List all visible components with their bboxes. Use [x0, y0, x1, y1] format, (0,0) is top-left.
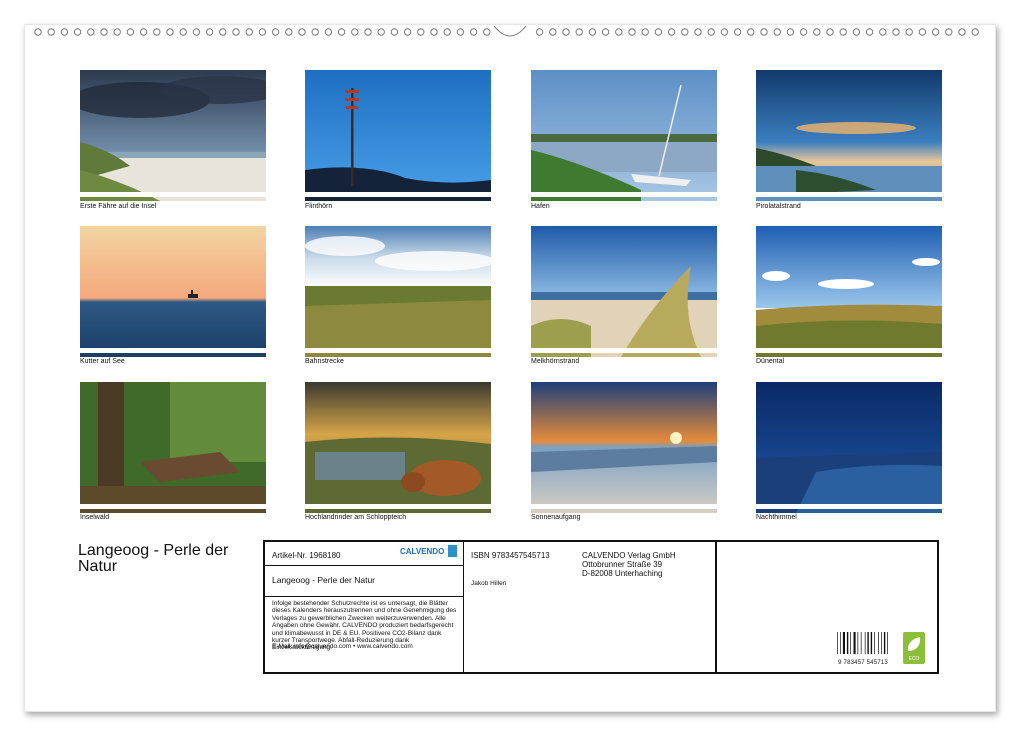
- photo-hochlandrinder: [305, 382, 491, 513]
- photo-duenental: [756, 226, 942, 357]
- divider: [715, 542, 717, 672]
- photo-pirolatalstrand: [756, 70, 942, 201]
- photo-erste-faehre: [80, 70, 266, 201]
- tile-caption: Bahnstrecke: [305, 358, 344, 365]
- spiral-binding: [30, 26, 990, 40]
- photo-inselwald: [80, 382, 266, 513]
- publisher-name: CALVENDO Verlag GmbH: [582, 551, 676, 560]
- barcode-number: 9 783457 545713: [838, 660, 888, 666]
- tile-caption: Dünental: [756, 358, 785, 365]
- photo-sonnenaufgang: [531, 382, 717, 513]
- eco-leaf-icon: ECO: [903, 632, 925, 664]
- tile-caption: Melkhörnstrand: [531, 358, 580, 365]
- calvendo-logo: CALVENDO: [400, 547, 445, 556]
- author: Jakob Hillen: [471, 580, 507, 587]
- photo-flinthoern: [305, 70, 491, 201]
- isbn: ISBN 9783457545713: [471, 551, 550, 560]
- info-title: Langeoog - Perle der Natur: [272, 575, 376, 585]
- divider: [265, 596, 464, 597]
- tile-caption: Kutter auf See: [80, 358, 125, 365]
- contact-info: E-Mail: info@calvendo.com • www.calvendo…: [272, 643, 413, 650]
- tile-caption: Inselwald: [80, 514, 110, 521]
- photo-melkhoernstrand: [531, 226, 717, 357]
- publisher-city: D-82008 Unterhaching: [582, 569, 663, 578]
- photo-kutter-auf-see: [80, 226, 266, 357]
- photo-hafen: [531, 70, 717, 201]
- photo-nachthimmel: [756, 382, 942, 513]
- article-cell: Artikel-Nr. 1968180 CALVENDO: [265, 542, 464, 566]
- eco-label: ECO: [908, 656, 920, 662]
- calendar-title: Langeoog - Perle der Natur: [78, 542, 229, 575]
- publisher-street: Ottobrunner Straße 39: [582, 560, 663, 569]
- tile-caption: Hochlandrinder am Schloppteich: [305, 514, 407, 521]
- tile-caption: Sonnenaufgang: [531, 514, 581, 521]
- tile-caption: Flinthörn: [305, 203, 333, 210]
- tile-caption: Erste Fähre auf die Insel: [80, 203, 157, 210]
- tile-caption: Pirolatalstrand: [756, 203, 801, 210]
- barcode: 9 783457 545713: [835, 632, 893, 666]
- calvendo-logo-icon: [448, 545, 457, 557]
- divider: [463, 542, 464, 672]
- tile-caption: Nachthimmel: [756, 514, 797, 521]
- photo-bahnstrecke: [305, 226, 491, 357]
- info-box: Artikel-Nr. 1968180 CALVENDO Langeoog - …: [263, 540, 939, 674]
- tile-caption: Hafen: [531, 203, 550, 210]
- article-number: Artikel-Nr. 1968180: [272, 551, 341, 560]
